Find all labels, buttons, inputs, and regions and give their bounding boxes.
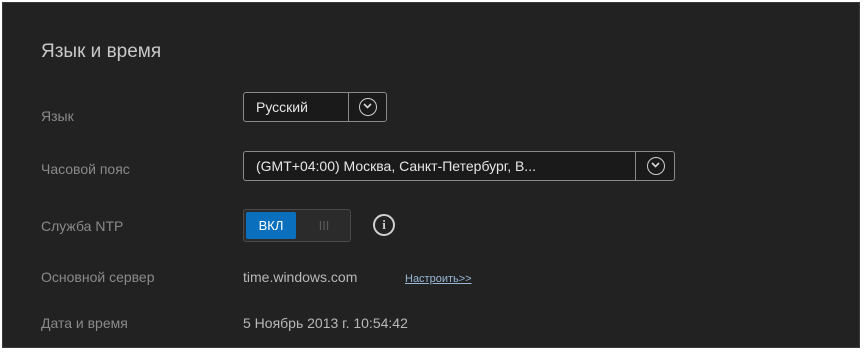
language-value: Русский xyxy=(256,99,308,115)
language-time-panel: Язык и время Язык Русский Часовой пояс (… xyxy=(2,2,860,348)
language-label: Язык xyxy=(41,108,74,124)
timezone-select[interactable]: (GMT+04:00) Москва, Санкт-Петербург, В..… xyxy=(243,151,675,181)
timezone-label: Часовой пояс xyxy=(41,161,130,177)
configure-link[interactable]: Настроить>> xyxy=(405,273,472,285)
select-divider xyxy=(635,152,636,180)
section-title: Язык и время xyxy=(41,41,162,62)
datetime-label: Дата и время xyxy=(41,315,128,331)
ntp-toggle[interactable]: ВКЛ III xyxy=(243,209,351,242)
toggle-off-segment[interactable]: III xyxy=(300,212,348,239)
server-label: Основной сервер xyxy=(41,269,155,285)
info-icon[interactable]: i xyxy=(373,214,395,236)
select-divider xyxy=(348,93,349,121)
server-value: time.windows.com xyxy=(243,269,358,285)
datetime-value: 5 Ноябрь 2013 г. 10:54:42 xyxy=(243,315,408,331)
chevron-down-icon[interactable] xyxy=(647,157,665,175)
ntp-label: Служба NTP xyxy=(41,218,124,234)
timezone-value: (GMT+04:00) Москва, Санкт-Петербург, В..… xyxy=(256,158,536,174)
language-select[interactable]: Русский xyxy=(243,92,387,122)
toggle-on-segment[interactable]: ВКЛ xyxy=(246,212,296,239)
chevron-down-icon[interactable] xyxy=(359,98,377,116)
